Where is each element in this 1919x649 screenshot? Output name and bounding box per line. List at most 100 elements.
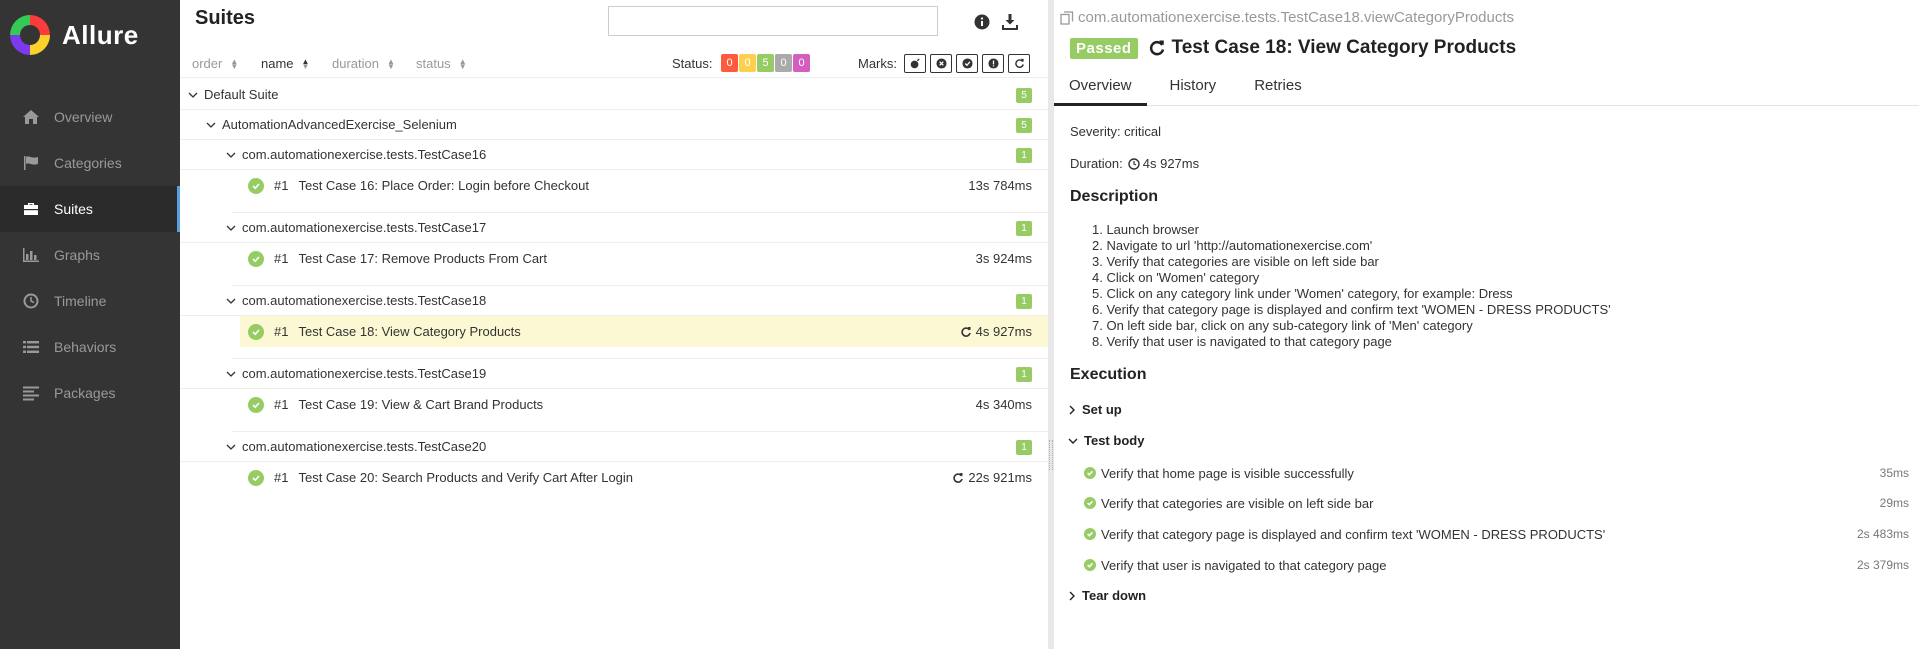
sort-status[interactable]: status ▲ ▼ [416, 56, 467, 71]
sort-arrows-icon: ▲ ▼ [230, 56, 239, 71]
setup-toggle[interactable]: Set up [1068, 402, 1122, 417]
sort-duration[interactable]: duration ▲ ▼ [332, 56, 395, 71]
status-broken-counter[interactable]: 0 [739, 54, 756, 72]
tree-node-label: AutomationAdvancedExercise_Selenium [222, 117, 457, 132]
check-circle-icon [248, 177, 264, 194]
step-name: Verify that user is navigated to that ca… [1101, 557, 1387, 573]
test-row[interactable]: #1 Test Case 20: Search Products and Ver… [180, 462, 1048, 493]
info-button[interactable] [972, 12, 992, 32]
step-row[interactable]: Verify that home page is visible success… [1084, 463, 1909, 483]
duration-info: Duration: 4s 927ms [1070, 156, 1199, 171]
sidebar-item-timeline[interactable]: Timeline [0, 278, 180, 324]
sidebar-item-categories[interactable]: Categories [0, 140, 180, 186]
allure-logo-icon [10, 15, 50, 55]
tab-retries[interactable]: Retries [1239, 72, 1317, 106]
description-item: 7. On left side bar, click on any sub-ca… [1092, 318, 1473, 333]
description-item: 6. Verify that category page is displaye… [1092, 302, 1611, 317]
test-number: #1 [274, 178, 289, 193]
step-row[interactable]: Verify that category page is displayed a… [1084, 524, 1909, 544]
status-passed-counter[interactable]: 5 [757, 54, 774, 72]
home-icon [20, 108, 42, 126]
sidebar-item-label: Overview [54, 109, 113, 125]
sidebar-item-behaviors[interactable]: Behaviors [0, 324, 180, 370]
sidebar-item-overview[interactable]: Overview [0, 94, 180, 140]
download-button[interactable] [1000, 12, 1020, 32]
copy-icon[interactable] [1060, 10, 1074, 25]
mark-new-passed-button[interactable] [956, 54, 978, 73]
test-row[interactable]: #1 Test Case 19: View & Cart Brand Produ… [180, 389, 1048, 420]
test-row[interactable]: #1 Test Case 17: Remove Products From Ca… [180, 243, 1048, 274]
test-duration: 4s 927ms [960, 324, 1032, 339]
description-item: 4. Click on 'Women' category [1092, 270, 1260, 285]
description-item: 8. Verify that user is navigated to that… [1092, 334, 1392, 349]
test-body-toggle[interactable]: Test body [1068, 433, 1144, 448]
sort-name[interactable]: name ▲ ▼ [261, 56, 309, 71]
clock-icon [1128, 157, 1140, 170]
test-row-selected[interactable]: #1 Test Case 18: View Category Products … [240, 316, 1048, 347]
chevron-down-icon [226, 369, 236, 379]
status-unknown-counter[interactable]: 0 [793, 54, 810, 72]
step-row[interactable]: Verify that categories are visible on le… [1084, 493, 1909, 513]
teardown-toggle[interactable]: Tear down [1068, 588, 1146, 603]
test-duration-value: 4s 927ms [975, 324, 1032, 339]
count-badge: 1 [1016, 148, 1032, 163]
sidebar-item-suites[interactable]: Suites [0, 186, 180, 232]
sidebar-item-label: Categories [54, 155, 122, 171]
tree-node-class[interactable]: com.automationexercise.tests.TestCase20 … [180, 432, 1048, 462]
sidebar-item-packages[interactable]: Packages [0, 370, 180, 416]
mark-new-broken-button[interactable] [982, 54, 1004, 73]
check-circle-icon [1084, 559, 1096, 571]
tree-node-suite[interactable]: AutomationAdvancedExercise_Selenium 5 [180, 110, 1048, 140]
test-row[interactable]: #1 Test Case 16: Place Order: Login befo… [180, 170, 1048, 201]
suites-tree: Default Suite 5 AutomationAdvancedExerci… [180, 80, 1048, 493]
sort-label: duration [332, 56, 379, 71]
divider [232, 347, 1048, 359]
chevron-down-icon [226, 150, 236, 160]
brand-name: Allure [62, 19, 139, 50]
chevron-down-icon [206, 120, 216, 130]
tree-node-class[interactable]: com.automationexercise.tests.TestCase18 … [180, 286, 1048, 316]
chevron-right-icon [1069, 591, 1075, 600]
test-name: Test Case 16: Place Order: Login before … [298, 178, 589, 193]
tree-node-label: com.automationexercise.tests.TestCase16 [242, 147, 487, 162]
bomb-icon [910, 58, 920, 69]
tree-node-class[interactable]: com.automationexercise.tests.TestCase16 … [180, 140, 1048, 170]
test-full-path: com.automationexercise.tests.TestCase18.… [1060, 9, 1514, 26]
tree-node-class[interactable]: com.automationexercise.tests.TestCase19 … [180, 359, 1048, 389]
description-item: 3. Verify that categories are visible on… [1092, 254, 1379, 269]
step-name: Verify that categories are visible on le… [1101, 495, 1374, 511]
chevron-down-icon [188, 90, 198, 100]
step-row[interactable]: Verify that user is navigated to that ca… [1084, 555, 1909, 575]
test-duration-value: 13s 784ms [968, 178, 1032, 193]
mark-retries-button[interactable] [1008, 54, 1030, 73]
sidebar-nav: Overview Categories Suites Graphs Timeli… [0, 94, 180, 416]
list-icon [20, 338, 42, 356]
exclamation-circle-icon [987, 58, 999, 69]
tree-node-class[interactable]: com.automationexercise.tests.TestCase17 … [180, 213, 1048, 243]
check-circle-icon [961, 58, 973, 69]
mark-flaky-button[interactable] [904, 54, 926, 73]
refresh-icon [1014, 58, 1024, 68]
tree-node-root[interactable]: Default Suite 5 [180, 80, 1048, 110]
status-failed-counter[interactable]: 0 [721, 54, 738, 72]
tab-history[interactable]: History [1155, 72, 1232, 106]
brand[interactable]: Allure [0, 0, 180, 70]
status-skipped-counter[interactable]: 0 [775, 54, 792, 72]
sort-order[interactable]: order ▲ ▼ [192, 56, 238, 71]
mark-new-failed-button[interactable] [930, 54, 952, 73]
sidebar-item-graphs[interactable]: Graphs [0, 232, 180, 278]
divider [232, 420, 1048, 432]
test-duration: 13s 784ms [968, 178, 1032, 193]
align-left-icon [20, 384, 42, 402]
step-duration: 35ms [1879, 466, 1909, 480]
detail-tabs: Overview History Retries [1054, 72, 1919, 106]
sidebar-item-label: Graphs [54, 247, 100, 263]
tab-overview[interactable]: Overview [1054, 72, 1147, 106]
flag-icon [20, 154, 42, 172]
step-name: Verify that home page is visible success… [1101, 465, 1354, 481]
search-input[interactable] [608, 6, 938, 36]
sort-arrows-icon: ▲ ▼ [458, 56, 467, 71]
download-icon [1002, 14, 1018, 30]
description-list: 1. Launch browser 2. Navigate to url 'ht… [1092, 222, 1611, 350]
splitter-grip-icon[interactable] [1049, 440, 1053, 470]
